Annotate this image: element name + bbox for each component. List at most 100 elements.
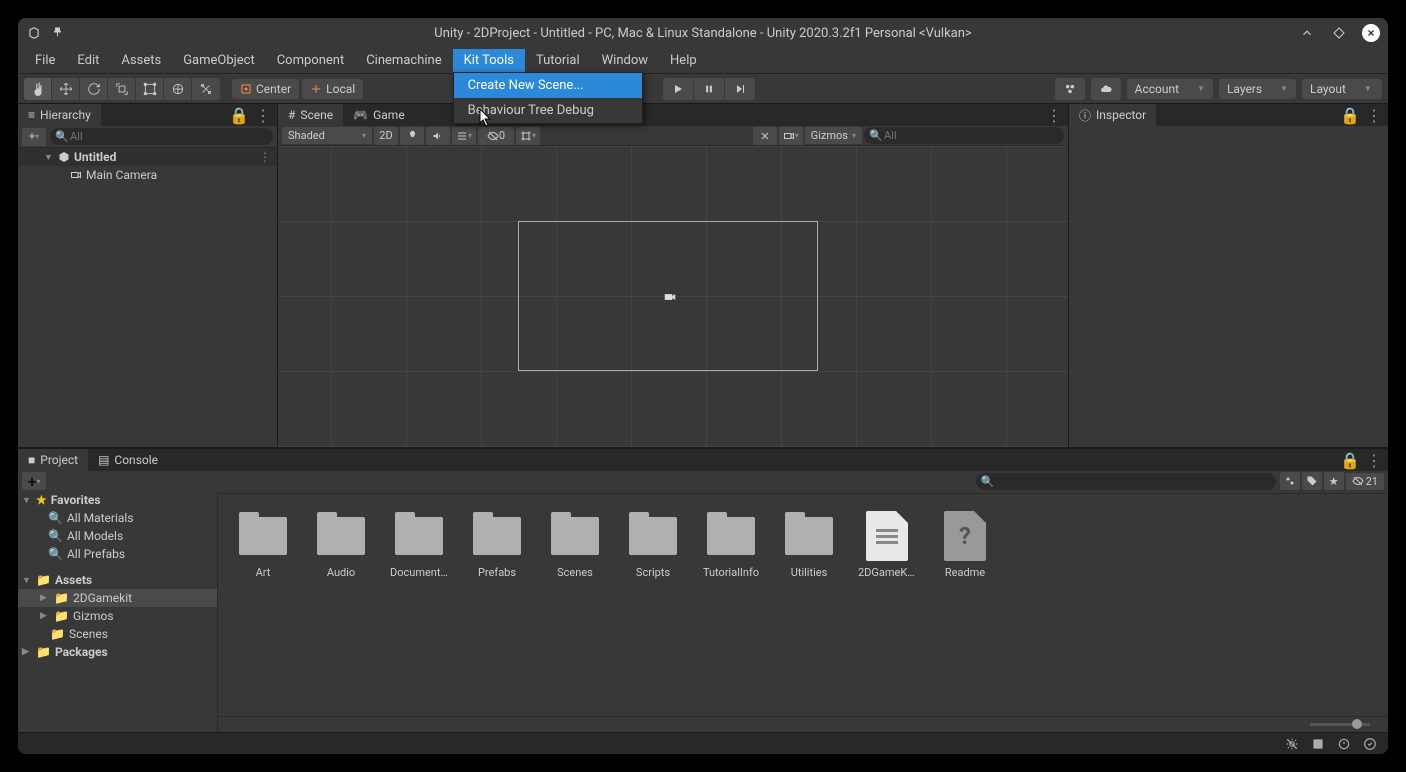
context-menu-icon[interactable]: ⋮ (1366, 106, 1382, 125)
unity-editor-window: Unity - 2DProject - Untitled - PC, Mac &… (18, 18, 1388, 754)
progress-spinner-icon[interactable] (1362, 736, 1378, 752)
game-tab[interactable]: 🎮Game (343, 104, 415, 126)
favorites-all-prefabs[interactable]: 🔍All Prefabs (18, 545, 217, 563)
asset-item[interactable]: Art (234, 510, 292, 579)
menu-file[interactable]: File (24, 49, 66, 72)
scene-view-canvas[interactable] (278, 146, 1068, 447)
tools-settings[interactable] (753, 127, 777, 145)
error-pause-icon[interactable] (1310, 736, 1326, 752)
asset-item[interactable]: TutorialInfo (702, 510, 760, 579)
collab-button[interactable] (1055, 78, 1085, 100)
filter-by-label-button[interactable] (1302, 472, 1322, 490)
lock-icon[interactable]: 🔒 (1340, 451, 1360, 470)
rect-tool[interactable] (136, 78, 164, 100)
shading-mode-dropdown[interactable]: Shaded▾ (282, 127, 372, 144)
asset-preview-slider[interactable] (218, 716, 1388, 732)
pause-button[interactable] (694, 78, 724, 100)
cloud-button[interactable] (1091, 78, 1121, 100)
menu-window[interactable]: Window (591, 49, 659, 72)
pivot-local-toggle[interactable]: Local (302, 79, 363, 99)
hierarchy-search-input[interactable] (50, 128, 273, 145)
asset-item[interactable]: Document... (390, 510, 448, 579)
asset-item[interactable]: Audio (312, 510, 370, 579)
favorites-all-models[interactable]: 🔍All Models (18, 527, 217, 545)
maximize-button[interactable] (1330, 24, 1348, 42)
step-button[interactable] (725, 78, 755, 100)
debug-mode-icon[interactable] (1336, 736, 1352, 752)
hierarchy-tab[interactable]: ≡Hierarchy (18, 104, 101, 126)
hierarchy-item-main-camera[interactable]: Main Camera (18, 166, 277, 184)
account-dropdown[interactable]: Account▼ (1127, 79, 1213, 99)
gizmos-dropdown[interactable]: Gizmos▾ (805, 127, 862, 144)
visibility-toggle[interactable]: 0 (478, 127, 514, 145)
hierarchy-add-button[interactable]: +▾ (22, 128, 46, 146)
asset-item[interactable]: Prefabs (468, 510, 526, 579)
pivot-center-toggle[interactable]: Center (232, 79, 299, 99)
hierarchy-scene-root[interactable]: ▼ Untitled ⋮ (18, 148, 277, 166)
asset-item[interactable]: Scenes (546, 510, 604, 579)
lighting-toggle[interactable] (400, 127, 424, 145)
filter-by-type-button[interactable] (1280, 472, 1300, 490)
hidden-packages-toggle[interactable]: 21 (1346, 473, 1384, 490)
menu-component[interactable]: Component (266, 49, 356, 72)
minimize-button[interactable] (1298, 24, 1316, 42)
layout-dropdown[interactable]: Layout▼ (1302, 79, 1382, 99)
asset-item[interactable]: Scripts (624, 510, 682, 579)
hand-tool[interactable] (24, 78, 52, 100)
tree-scenes[interactable]: 📁Scenes (18, 625, 217, 643)
context-menu-icon[interactable]: ⋮ (255, 106, 271, 125)
project-tab[interactable]: ■Project (18, 449, 88, 471)
favorites-header[interactable]: ▼★Favorites (18, 491, 217, 509)
menu-tutorial[interactable]: Tutorial (525, 49, 591, 72)
scene-search-input[interactable] (864, 127, 1064, 144)
scale-tool[interactable] (108, 78, 136, 100)
grid-toggle[interactable]: ▾ (516, 127, 540, 145)
menu-help[interactable]: Help (659, 49, 708, 72)
context-menu-icon[interactable]: ⋮ (259, 150, 271, 164)
inspector-tab[interactable]: ⓘInspector (1069, 104, 1156, 126)
favorites-all-materials[interactable]: 🔍All Materials (18, 509, 217, 527)
close-button[interactable] (1362, 24, 1380, 42)
favorite-save-button[interactable]: ★ (1324, 472, 1344, 490)
layers-dropdown[interactable]: Layers▼ (1219, 79, 1296, 99)
dropdown-create-new-scene[interactable]: Create New Scene... (454, 73, 642, 98)
rotate-tool[interactable] (80, 78, 108, 100)
asset-item[interactable]: Utilities (780, 510, 838, 579)
custom-tools[interactable] (192, 78, 220, 100)
menu-kit-tools[interactable]: Kit Tools Create New Scene... Behaviour … (453, 49, 525, 72)
2d-toggle[interactable]: 2D (374, 127, 398, 145)
context-menu-icon[interactable]: ⋮ (1366, 451, 1382, 470)
lock-icon[interactable]: 🔒 (1340, 106, 1360, 125)
move-tool[interactable] (52, 78, 80, 100)
expand-arrow-icon[interactable]: ▼ (44, 152, 54, 163)
asset-grid[interactable]: Art Audio Document... Prefabs Scenes Scripts T… (218, 494, 1388, 716)
asset-item[interactable]: ?Readme (936, 510, 994, 579)
tree-2dgamekit[interactable]: ▶📁2DGamekit (18, 589, 217, 607)
console-tab[interactable]: ▤Console (88, 449, 168, 471)
menu-cinemachine[interactable]: Cinemachine (355, 49, 452, 72)
packages-header[interactable]: ▶📁Packages (18, 643, 217, 661)
tree-gizmos[interactable]: ▶📁Gizmos (18, 607, 217, 625)
auto-generate-lighting-icon[interactable] (1284, 736, 1300, 752)
asset-item[interactable]: 2DGameKi... (858, 510, 916, 579)
dropdown-behaviour-tree-debug[interactable]: Behaviour Tree Debug (454, 98, 642, 123)
context-menu-icon[interactable]: ⋮ (1046, 106, 1062, 125)
scene-tab[interactable]: #Scene (278, 104, 343, 126)
camera-settings[interactable]: ▾ (779, 127, 803, 145)
project-tree[interactable]: ▼★Favorites 🔍All Materials 🔍All Models 🔍… (18, 471, 218, 732)
fx-toggle[interactable]: ▾ (452, 127, 476, 145)
menu-assets[interactable]: Assets (110, 49, 172, 72)
info-icon: ⓘ (1079, 107, 1091, 124)
play-button[interactable] (663, 78, 693, 100)
audio-toggle[interactable] (426, 127, 450, 145)
menu-gameobject[interactable]: GameObject (172, 49, 266, 72)
menu-edit[interactable]: Edit (66, 49, 110, 72)
hierarchy-tree[interactable]: ▼ Untitled ⋮ Main Camera (18, 148, 277, 447)
camera-gizmo-icon[interactable] (662, 290, 678, 304)
project-add-button[interactable]: +▾ (22, 472, 46, 490)
project-search-input[interactable] (976, 473, 1276, 490)
pin-icon[interactable] (52, 26, 66, 40)
transform-tool[interactable] (164, 78, 192, 100)
assets-header[interactable]: ▼📁Assets (18, 571, 217, 589)
lock-icon[interactable]: 🔒 (229, 106, 249, 125)
